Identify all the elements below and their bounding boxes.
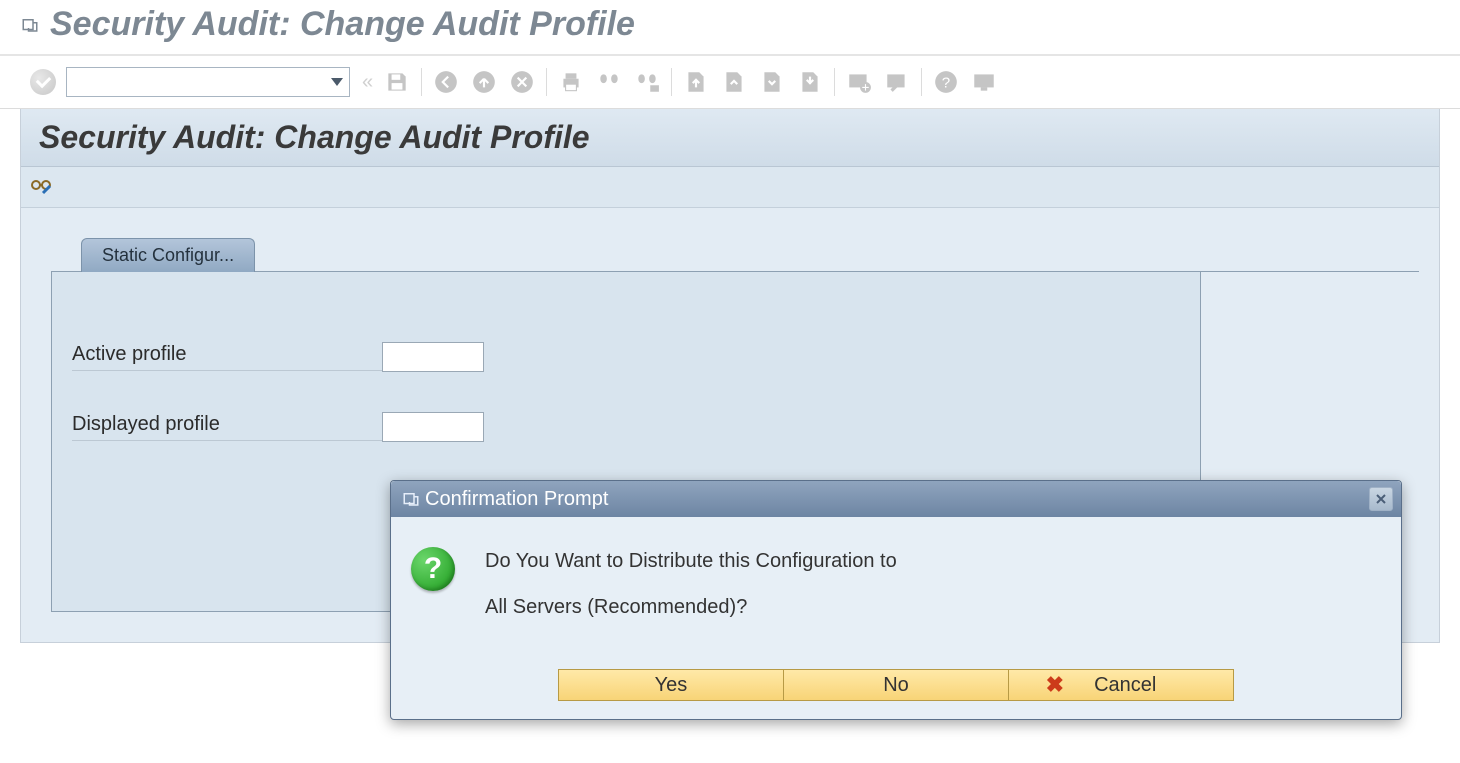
toolbar-separator [421, 68, 422, 96]
window-icon [20, 15, 40, 35]
dialog-no-label: No [883, 674, 909, 697]
field-row-active-profile: Active profile [72, 342, 1180, 372]
dialog-message-line2: All Servers (Recommended)? [485, 593, 897, 621]
dialog-no-button[interactable]: No [783, 669, 1009, 701]
confirmation-dialog: Confirmation Prompt ? Do You Want to Dis… [390, 480, 1402, 720]
window-titlebar: Security Audit: Change Audit Profile [0, 0, 1460, 54]
dialog-yes-label: Yes [655, 674, 688, 697]
tabstrip: Static Configur... [51, 238, 1419, 272]
last-page-icon[interactable] [794, 66, 826, 98]
dialog-close-button[interactable] [1369, 487, 1393, 511]
back-icon[interactable] [430, 66, 462, 98]
enter-button[interactable] [30, 69, 56, 95]
dialog-button-row: Yes No ✖ Cancel [391, 669, 1401, 719]
displayed-profile-input[interactable] [382, 412, 484, 442]
dialog-yes-button[interactable]: Yes [558, 669, 784, 701]
new-session-icon[interactable] [843, 66, 875, 98]
next-page-icon[interactable] [756, 66, 788, 98]
find-icon[interactable] [593, 66, 625, 98]
svg-text:?: ? [942, 74, 950, 91]
dialog-titlebar: Confirmation Prompt [391, 481, 1401, 517]
displayed-profile-label: Displayed profile [72, 413, 382, 441]
page-title-bar: Security Audit: Change Audit Profile [21, 109, 1439, 167]
system-toolbar: « ? [0, 56, 1460, 109]
dialog-message: Do You Want to Distribute this Configura… [485, 547, 897, 639]
window-title: Security Audit: Change Audit Profile [50, 5, 635, 44]
dialog-title: Confirmation Prompt [421, 488, 1369, 511]
field-row-displayed-profile: Displayed profile [72, 412, 1180, 442]
dialog-window-icon [401, 489, 421, 509]
cancel-icon[interactable] [506, 66, 538, 98]
first-page-icon[interactable] [680, 66, 712, 98]
dialog-body: ? Do You Want to Distribute this Configu… [391, 517, 1401, 669]
page-title: Security Audit: Change Audit Profile [39, 119, 1421, 156]
dialog-cancel-button[interactable]: ✖ Cancel [1008, 669, 1234, 701]
application-toolbar [21, 167, 1439, 208]
toolbar-separator [921, 68, 922, 96]
command-field[interactable] [66, 67, 350, 97]
help-icon[interactable]: ? [930, 66, 962, 98]
dialog-message-line1: Do You Want to Distribute this Configura… [485, 547, 897, 575]
active-profile-label: Active profile [72, 343, 382, 371]
save-icon[interactable] [381, 66, 413, 98]
back-chevrons-icon: « [356, 71, 375, 94]
toolbar-separator [671, 68, 672, 96]
toolbar-separator [834, 68, 835, 96]
prev-page-icon[interactable] [718, 66, 750, 98]
print-icon[interactable] [555, 66, 587, 98]
toolbar-separator [546, 68, 547, 96]
layout-icon[interactable] [968, 66, 1000, 98]
display-change-icon[interactable] [29, 175, 53, 199]
cancel-x-icon: ✖ [1046, 672, 1064, 698]
find-next-icon[interactable] [631, 66, 663, 98]
exit-icon[interactable] [468, 66, 500, 98]
tab-static-configuration[interactable]: Static Configur... [81, 238, 255, 272]
active-profile-input[interactable] [382, 342, 484, 372]
question-icon: ? [411, 547, 455, 591]
shortcut-icon[interactable] [881, 66, 913, 98]
dialog-cancel-label: Cancel [1094, 674, 1156, 697]
command-dropdown-icon[interactable] [331, 78, 343, 86]
